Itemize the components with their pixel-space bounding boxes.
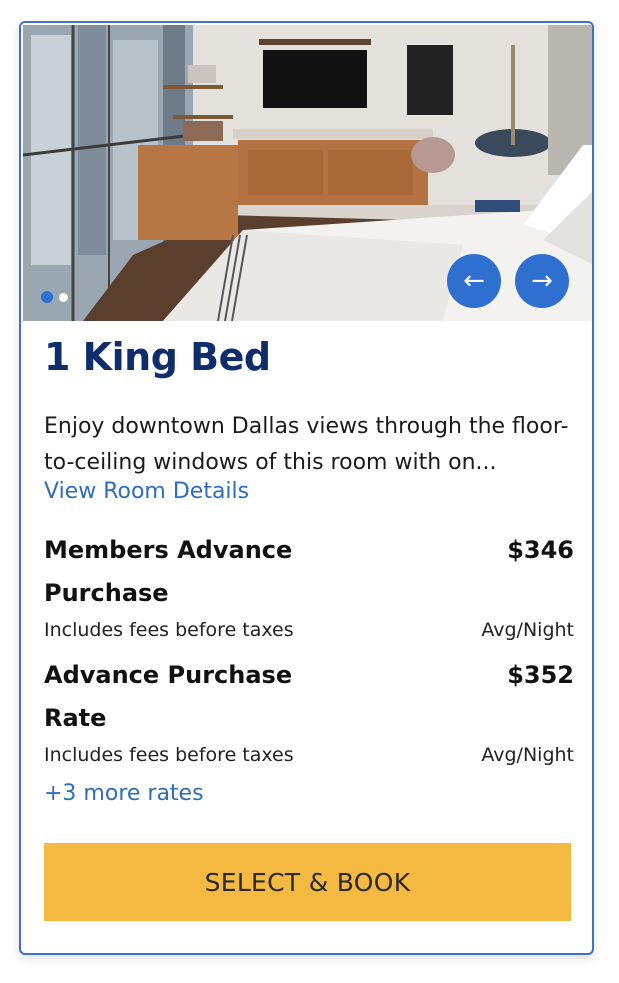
more-rates-link[interactable]: +3 more rates (44, 781, 204, 806)
select-and-book-button[interactable]: SELECT & BOOK (44, 843, 571, 921)
rate-unit: Avg/Night (481, 619, 574, 641)
view-room-details-link[interactable]: View Room Details (44, 479, 249, 504)
carousel-dot-active[interactable] (41, 291, 53, 303)
room-description: Enjoy downtown Dallas views through the … (44, 414, 569, 475)
carousel-dot[interactable] (59, 292, 68, 302)
rate-price: $352 (507, 661, 574, 689)
rate-unit: Avg/Night (481, 744, 574, 766)
previous-image-button[interactable]: ← (447, 254, 501, 308)
room-photo-illustration (23, 25, 592, 321)
arrow-right-icon: → (531, 266, 553, 296)
next-image-button[interactable]: → (515, 254, 569, 308)
rate-fees-note: Includes fees before taxes (44, 744, 294, 766)
rate-option[interactable]: Advance Purchase Rate $352 Includes fees… (44, 654, 574, 766)
rate-fees-note: Includes fees before taxes (44, 619, 294, 641)
carousel-indicators (41, 291, 68, 303)
room-card: ← → 1 King Bed Enjoy downtown Dallas vie… (19, 21, 594, 955)
rate-price: $346 (507, 536, 574, 564)
room-title: 1 King Bed (44, 335, 271, 379)
rate-option[interactable]: Members Advance Purchase $346 Includes f… (44, 529, 574, 641)
rate-name: Advance Purchase Rate (44, 661, 293, 732)
room-photo[interactable]: ← → (23, 25, 592, 321)
rate-name: Members Advance Purchase (44, 536, 293, 607)
arrow-left-icon: ← (463, 266, 485, 296)
